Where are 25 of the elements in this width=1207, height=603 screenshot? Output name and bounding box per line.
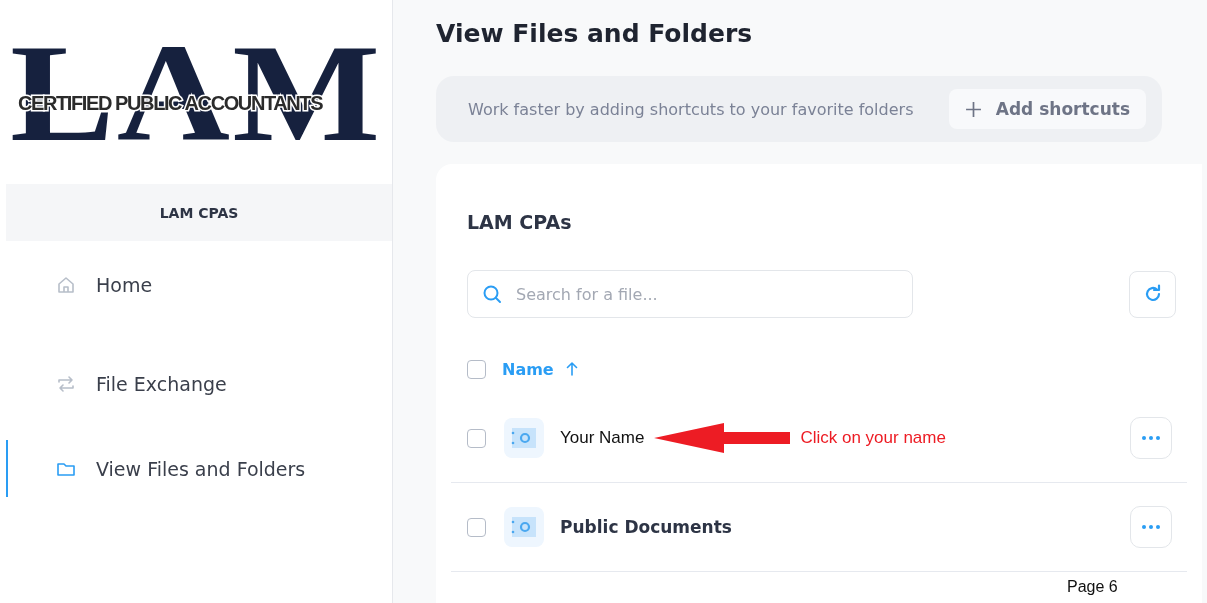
- row-checkbox[interactable]: [467, 517, 486, 537]
- folder-name[interactable]: Public Documents: [560, 517, 732, 537]
- home-icon: [56, 275, 76, 295]
- shortcuts-message: Work faster by adding shortcuts to your favorite folders: [468, 99, 914, 119]
- page-title: View Files and Folders: [436, 18, 754, 50]
- folder-name[interactable]: Your Name: [560, 428, 645, 448]
- more-button[interactable]: [1130, 506, 1172, 548]
- nav-item[interactable]: Home: [6, 270, 392, 300]
- page-number: Page 6: [1067, 578, 1118, 596]
- organization-name: LAM CPAS: [6, 184, 392, 241]
- annotation-text: Click on your name: [800, 428, 946, 448]
- refresh-button[interactable]: [1129, 270, 1176, 318]
- more-button[interactable]: [1130, 417, 1172, 459]
- select-all-checkbox[interactable]: [467, 359, 486, 379]
- search-field[interactable]: Search for a file...: [467, 270, 913, 318]
- nav-item[interactable]: File Exchange: [6, 355, 392, 412]
- more-icon: [1141, 436, 1161, 440]
- plus-icon: [964, 100, 982, 118]
- add-shortcuts-button[interactable]: Add shortcuts: [948, 89, 1146, 129]
- folder-icon: [504, 507, 544, 547]
- more-icon: [1141, 525, 1161, 529]
- row-checkbox[interactable]: [467, 428, 486, 448]
- folder-icon: [504, 418, 544, 458]
- card-title: LAM CPAs: [467, 210, 573, 234]
- arrows-icon: [56, 373, 76, 394]
